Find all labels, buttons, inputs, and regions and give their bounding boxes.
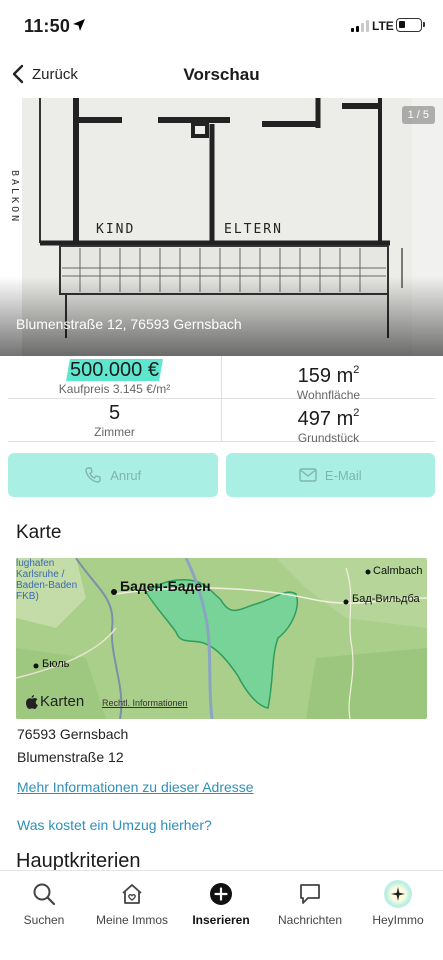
map-section-title: Karte [16,522,62,543]
phone-icon [85,467,101,483]
address-line-2: Blumenstraße 12 [17,749,124,765]
map-label-bad-wildbad: Бад-Вильдба [352,593,420,605]
call-button[interactable]: Anruf [8,453,218,497]
map-label-airport: lughafen Karlsruhe / Baden-Baden FKB) [16,558,78,602]
network-type: LTE [372,19,394,33]
fact-living-area: 159 m2 Wohnfläche [222,356,435,402]
plot-area-value: 497 m [297,408,354,430]
living-area-unit-exponent: 2 [353,364,360,376]
status-bar: 11:50 LTE [0,0,443,52]
tab-my-properties[interactable]: Meine Immos [88,881,176,927]
email-label: E-Mail [324,467,362,483]
rooms-label: Zimmer [94,425,135,439]
fact-rooms: 5 Zimmer [8,399,221,442]
key-facts: 500.000 € Kaufpreis 3.145 €/m² 159 m2 Wo… [8,356,435,445]
plot-area-unit-exponent: 2 [353,407,360,419]
apple-maps-logo: Karten [26,693,84,710]
search-icon [33,883,56,906]
plus-circle-icon [210,883,232,905]
rooms-value: 5 [108,402,121,424]
sparkle-icon [384,880,412,908]
location-arrow-icon [73,19,85,31]
image-counter: 1 / 5 [401,106,435,124]
tab-label-create-listing: Inserieren [192,913,250,927]
tab-label-heyimmo: HeyImmo [372,913,424,927]
fact-price: 500.000 € Kaufpreis 3.145 €/m² [8,356,221,399]
email-button[interactable]: E-Mail [225,453,435,497]
page-title: Vorschau [183,65,260,84]
plan-label-kind: KIND [96,222,136,237]
call-label: Anruf [110,467,142,483]
location-map[interactable]: lughafen Karlsruhe / Baden-Baden FKB) Ба… [16,558,427,719]
plot-area-label: Grundstück [297,431,360,445]
moving-cost-link[interactable]: Was kostet ein Umzug hierher? [17,817,212,833]
envelope-icon [299,468,317,482]
address-line-1: 76593 Gernsbach [17,726,129,742]
battery-icon [396,18,425,32]
tab-create-listing[interactable]: Inserieren [177,881,265,927]
tab-bar: Suchen Meine Immos Inserieren Nachrichte… [0,870,443,960]
fact-plot-area: 497 m2 Grundstück [222,399,435,445]
apple-icon [26,694,38,709]
listing-image[interactable]: KIND ELTERN BALKON Blumenstraße 12, 7659… [0,98,443,356]
plan-label-eltern: ELTERN [224,222,283,237]
living-area-value: 159 m [297,365,354,387]
tab-heyimmo[interactable]: HeyImmo [354,880,442,927]
map-label-buehl: Бюль [42,658,70,670]
listing-address: Blumenstraße 12, 76593 Gernsbach [16,316,242,332]
contact-buttons: Anruf E-Mail [8,453,435,497]
apple-maps-label: Karten [40,693,85,710]
map-legal-link[interactable]: Rechtl. Informationen [102,698,188,708]
tab-messages[interactable]: Nachrichten [266,881,354,927]
map-label-calmbach: Calmbach [373,565,423,577]
map-label-baden-baden: Баден-Баден [120,578,211,594]
tab-label-search: Suchen [23,913,65,927]
more-info-link[interactable]: Mehr Informationen zu dieser Adresse [17,779,254,795]
chat-bubble-icon [300,884,320,904]
navigation-bar: Zurück Vorschau [0,52,443,98]
plan-label-balkon: BALKON [9,170,20,225]
price-value: 500.000 € [66,359,163,381]
tab-label-messages: Nachrichten [277,913,343,927]
signal-icon [351,20,369,32]
status-time: 11:50 [24,16,71,36]
price-label: Kaufpreis 3.145 €/m² [58,382,171,396]
tab-label-my-properties: Meine Immos [95,913,169,927]
tab-search[interactable]: Suchen [0,881,88,927]
house-heart-icon [122,884,142,904]
